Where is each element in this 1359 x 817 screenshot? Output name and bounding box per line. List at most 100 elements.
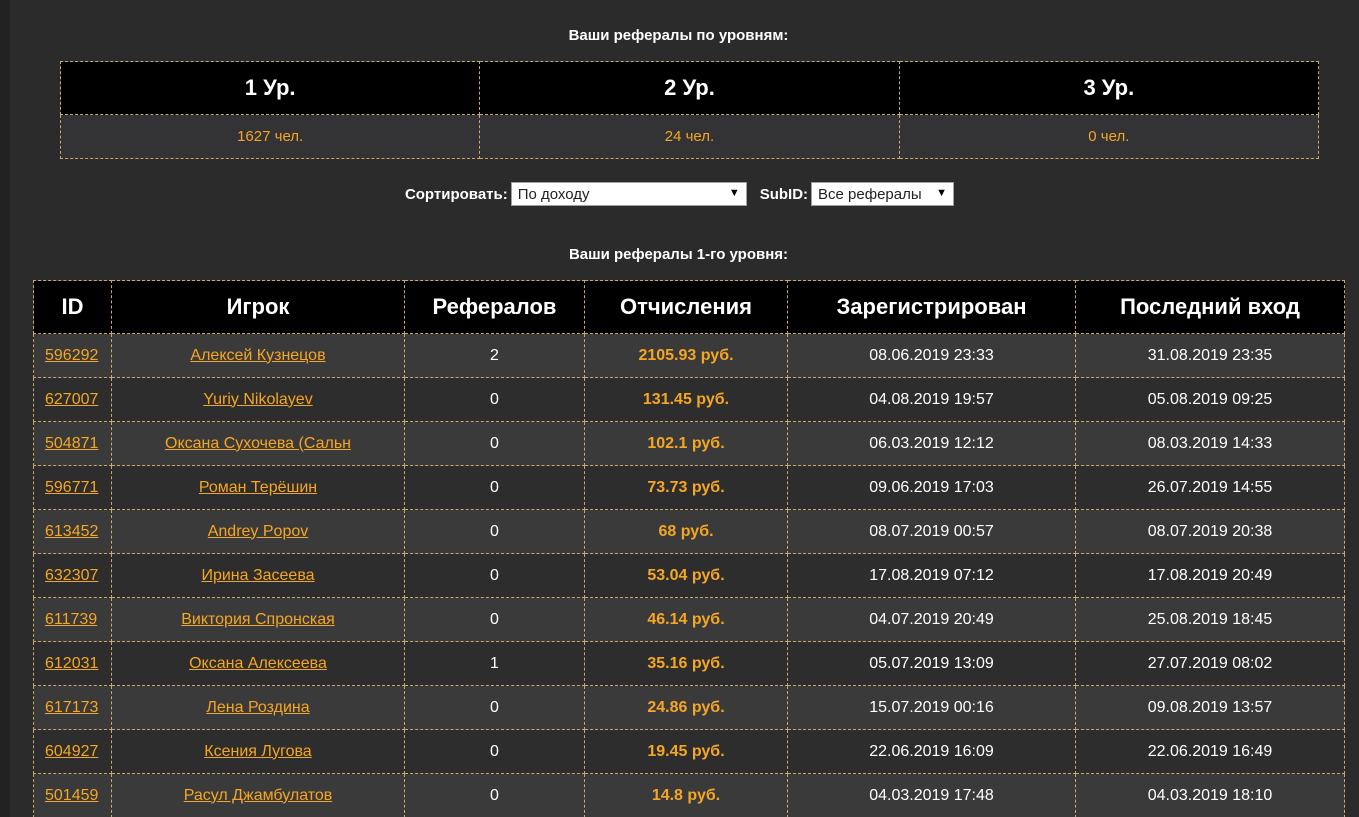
level-1-header: 1 Ур.: [59, 61, 481, 115]
referrals-count-cell: 0: [404, 773, 585, 817]
player-cell: Лена Роздина: [111, 685, 405, 730]
player-name-link[interactable]: Yuriy Nikolayev: [203, 391, 312, 408]
referrals-count-cell: 2: [404, 333, 585, 378]
referral-id-link[interactable]: 501459: [45, 787, 98, 804]
earnings-cell: 73.73 руб.: [584, 465, 788, 510]
sort-dropdown-arrow-icon: ▼: [728, 187, 740, 199]
table-row: 613452 Andrey Popov 0 68 руб. 08.07.2019 00:…: [33, 509, 1345, 554]
earnings-cell: 24.86 руб.: [584, 685, 788, 730]
earnings-cell: 2105.93 руб.: [584, 333, 788, 378]
referral-id-link[interactable]: 604927: [45, 743, 98, 760]
player-cell: Yuriy Nikolayev: [111, 377, 405, 422]
referral-id-cell: 504871: [33, 421, 112, 466]
registered-date-cell: 04.03.2019 17:48: [787, 773, 1076, 817]
referral-id-link[interactable]: 611739: [45, 611, 97, 628]
referral-id-link[interactable]: 596292: [45, 347, 98, 364]
last-login-cell: 31.08.2019 23:35: [1075, 333, 1345, 378]
last-login-cell: 26.07.2019 14:55: [1075, 465, 1345, 510]
table-row: 596771 Роман Терёшин 0 73.73 руб. 09.06.2019…: [33, 465, 1345, 510]
col-header-player: Игрок: [111, 280, 405, 334]
referrals-count-cell: 0: [404, 465, 585, 510]
referral-id-link[interactable]: 627007: [45, 391, 98, 408]
player-name-link[interactable]: Ирина Засеева: [201, 567, 314, 584]
earnings-cell: 19.45 руб.: [584, 729, 788, 774]
player-name-link[interactable]: Andrey Popov: [208, 523, 309, 540]
earnings-cell: 131.45 руб.: [584, 377, 788, 422]
player-name-link[interactable]: Ксения Лугова: [204, 743, 311, 760]
last-login-cell: 27.07.2019 08:02: [1075, 641, 1345, 686]
table-row: 627007 Yuriy Nikolayev 0 131.45 руб. 04.08.2…: [33, 377, 1345, 422]
player-name-link[interactable]: Расул Джамбулатов: [184, 787, 333, 804]
registered-date-cell: 04.07.2019 20:49: [787, 597, 1076, 642]
subid-label: SubID:: [759, 185, 809, 203]
level-2-count: 24 чел.: [479, 114, 900, 159]
level-2-header: 2 Ур.: [479, 61, 900, 115]
earnings-cell: 14.8 руб.: [584, 773, 788, 817]
registered-date-cell: 05.07.2019 13:09: [787, 641, 1076, 686]
levels-header-row: 1 Ур. 2 Ур. 3 Ур.: [59, 61, 1320, 115]
subid-dropdown-arrow-icon: ▼: [936, 187, 948, 199]
referral-id-cell: 627007: [33, 377, 112, 422]
last-login-cell: 04.03.2019 18:10: [1075, 773, 1345, 817]
registered-date-cell: 09.06.2019 17:03: [787, 465, 1076, 510]
registered-date-cell: 04.08.2019 19:57: [787, 377, 1076, 422]
referrals-count-cell: 0: [404, 729, 585, 774]
referrals-body: 596292 Алексей Кузнецов 2 2105.93 руб. 08.06…: [33, 333, 1345, 817]
player-name-link[interactable]: Роман Терёшин: [199, 479, 317, 496]
table-row: 632307 Ирина Засеева 0 53.04 руб. 17.08.2019…: [33, 553, 1345, 598]
player-name-link[interactable]: Оксана Алексеева: [189, 655, 327, 672]
sort-label: Сортировать:: [404, 185, 508, 203]
referrals-header-row: ID Игрок Рефералов Отчисления Зарегистри…: [33, 280, 1345, 334]
referrals-table: ID Игрок Рефералов Отчисления Зарегистри…: [33, 280, 1345, 817]
referral-id-link[interactable]: 617173: [45, 699, 98, 716]
player-cell: Ксения Лугова: [111, 729, 405, 774]
player-cell: Оксана Алексеева: [111, 641, 405, 686]
referrals-title: Ваши рефералы 1-го уровня:: [568, 246, 789, 263]
referral-id-cell: 596292: [33, 333, 112, 378]
player-name-link[interactable]: Лена Роздина: [206, 699, 309, 716]
earnings-cell: 35.16 руб.: [584, 641, 788, 686]
player-name-link[interactable]: Алексей Кузнецов: [190, 347, 325, 364]
last-login-cell: 22.06.2019 16:49: [1075, 729, 1345, 774]
referral-id-link[interactable]: 612031: [45, 655, 98, 672]
table-row: 611739 Виктория Спронская 0 46.14 руб. 04.07…: [33, 597, 1345, 642]
referral-id-link[interactable]: 504871: [45, 435, 98, 452]
col-header-earnings: Отчисления: [584, 280, 788, 334]
earnings-cell: 53.04 руб.: [584, 553, 788, 598]
subid-select-value: Все рефералы: [818, 185, 922, 203]
player-cell: Алексей Кузнецов: [111, 333, 405, 378]
subid-select[interactable]: Все рефералы ▼: [811, 182, 955, 206]
earnings-cell: 102.1 руб.: [584, 421, 788, 466]
referral-id-link[interactable]: 632307: [45, 567, 98, 584]
levels-count-row: 1627 чел. 24 чел. 0 чел.: [59, 114, 1320, 159]
registered-date-cell: 15.07.2019 00:16: [787, 685, 1076, 730]
level-3-header: 3 Ур.: [898, 61, 1320, 115]
registered-date-cell: 06.03.2019 12:12: [787, 421, 1076, 466]
player-cell: Роман Терёшин: [111, 465, 405, 510]
sort-select[interactable]: По доходу ▼: [510, 182, 747, 206]
referral-id-cell: 596771: [33, 465, 112, 510]
player-name-link[interactable]: Оксана Сухочева (Сальн: [165, 435, 351, 452]
earnings-cell: 68 руб.: [584, 509, 788, 554]
filters-bar: Сортировать: По доходу ▼ SubID: Все рефе…: [0, 181, 1359, 207]
referrals-count-cell: 0: [404, 553, 585, 598]
levels-title: Ваши рефералы по уровням:: [568, 27, 789, 44]
referral-id-cell: 617173: [33, 685, 112, 730]
player-cell: Andrey Popov: [111, 509, 405, 554]
registered-date-cell: 22.06.2019 16:09: [787, 729, 1076, 774]
table-row: 617173 Лена Роздина 0 24.86 руб. 15.07.2019 …: [33, 685, 1345, 730]
levels-table: 1 Ур. 2 Ур. 3 Ур. 1627 чел. 24 чел. 0 че…: [59, 61, 1320, 159]
table-row: 612031 Оксана Алексеева 1 35.16 руб. 05.07.2…: [33, 641, 1345, 686]
referrals-count-cell: 1: [404, 641, 585, 686]
referral-id-cell: 501459: [33, 773, 112, 817]
table-row: 501459 Расул Джамбулатов 0 14.8 руб. 04.03.2…: [33, 773, 1345, 817]
referrals-count-cell: 0: [404, 597, 585, 642]
last-login-cell: 25.08.2019 18:45: [1075, 597, 1345, 642]
referral-id-link[interactable]: 613452: [45, 523, 98, 540]
sort-select-value: По доходу: [517, 185, 590, 203]
earnings-cell: 46.14 руб.: [584, 597, 788, 642]
left-sidebar-edge: [0, 0, 10, 817]
player-name-link[interactable]: Виктория Спронская: [181, 611, 335, 628]
referral-id-link[interactable]: 596771: [45, 479, 98, 496]
referrals-count-cell: 0: [404, 509, 585, 554]
